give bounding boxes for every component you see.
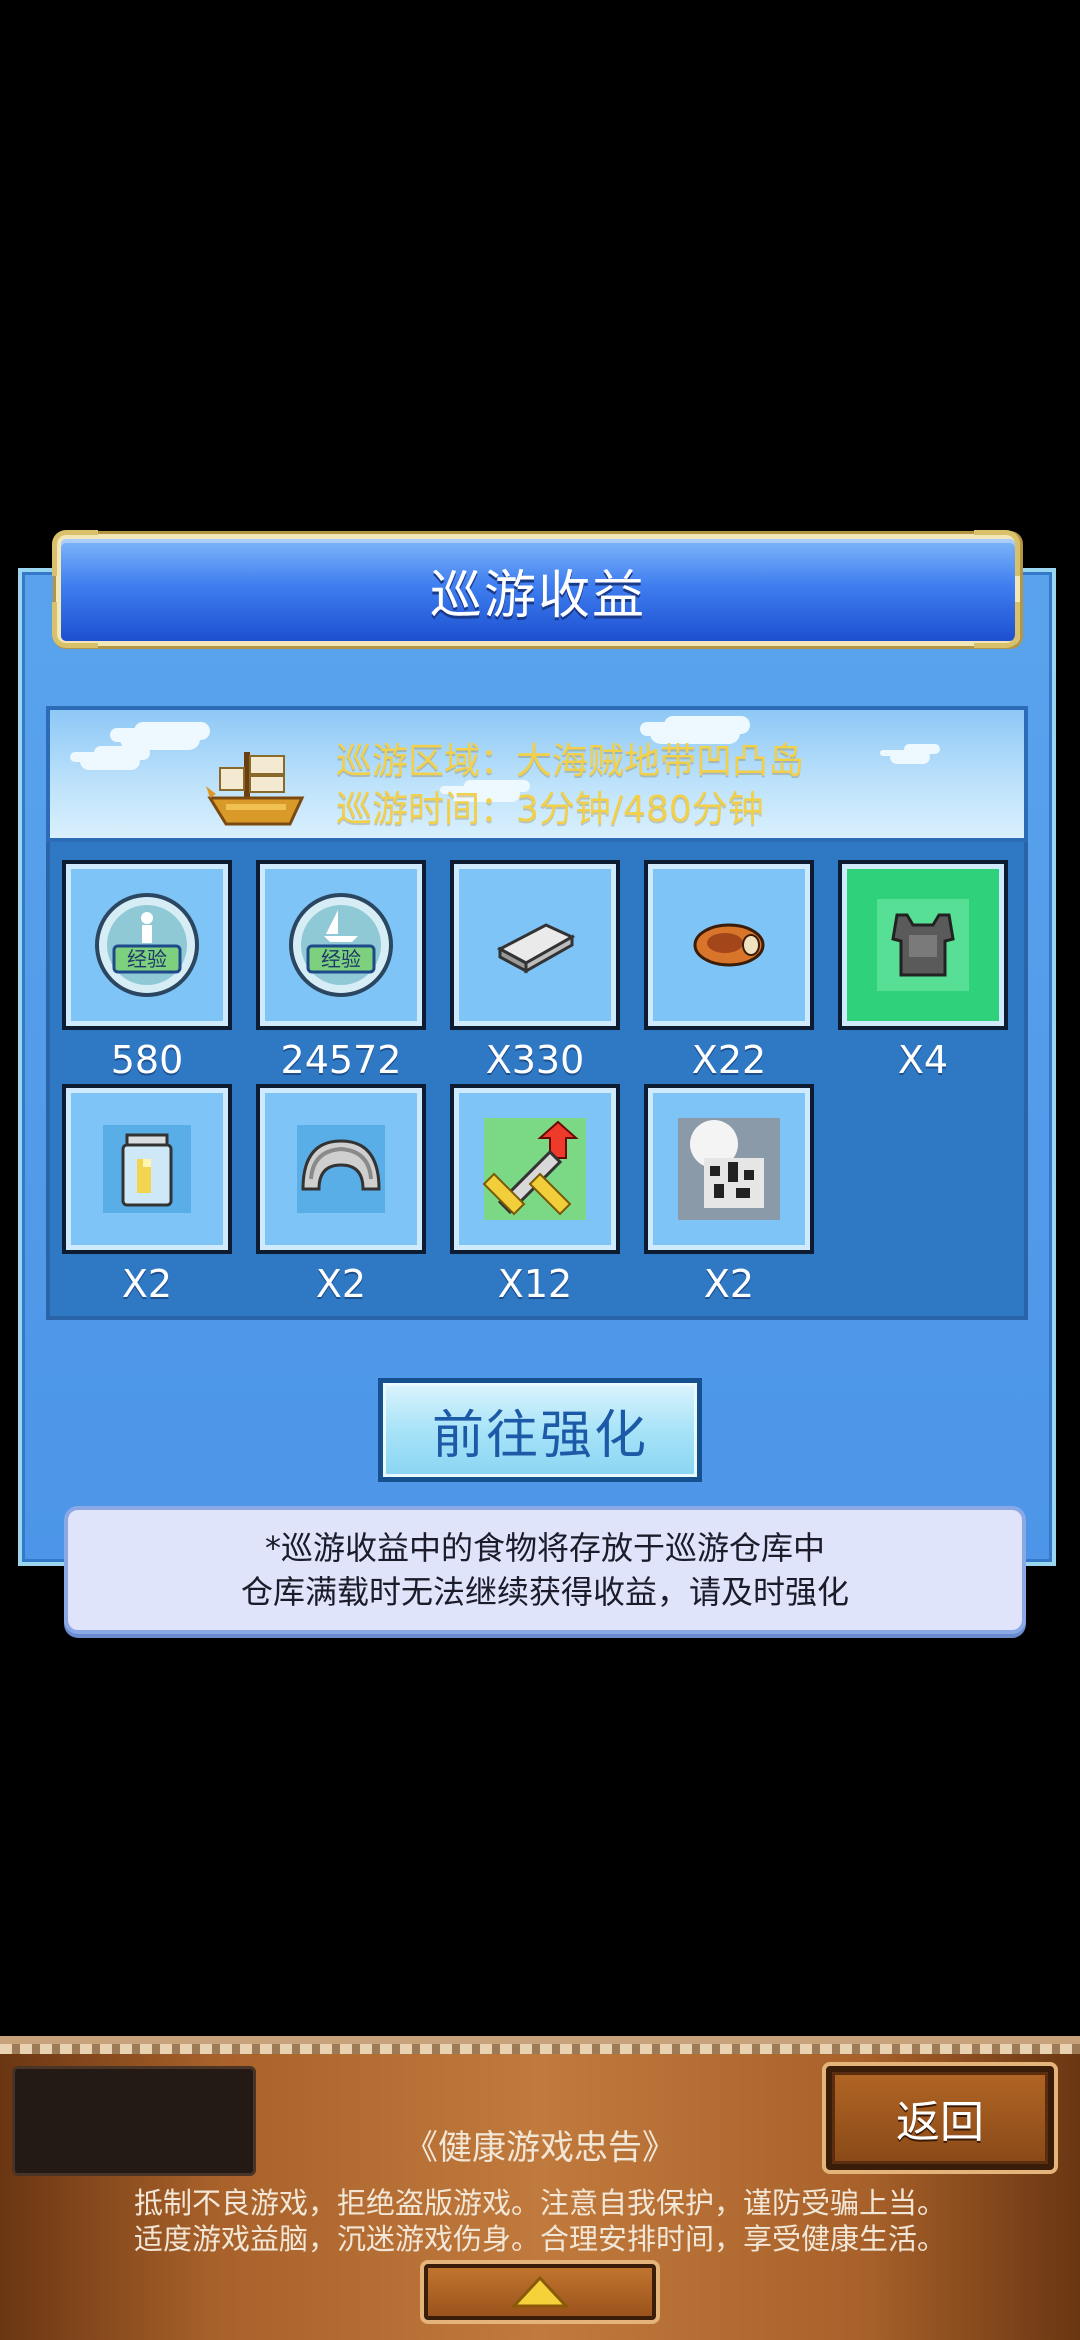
sword-upgrade-icon: [482, 1118, 586, 1220]
ornament-corner-icon: [52, 602, 98, 648]
reward-count: X2: [315, 1262, 367, 1306]
reward-count: X22: [691, 1038, 767, 1082]
person-exp-icon: 经验: [95, 893, 199, 997]
triangle-up-icon: [510, 2275, 570, 2308]
note-line-1: *巡游收益中的食物将存放于巡游仓库中: [264, 1529, 825, 1567]
reward-count: X4: [897, 1038, 949, 1082]
roast-meat-icon: [693, 923, 765, 967]
jar-icon: [103, 1125, 191, 1213]
dialog-title-bar: 巡游收益: [56, 534, 1020, 646]
reward-slot-sword[interactable]: [450, 1084, 620, 1254]
ornament-corner-icon: [974, 602, 1020, 648]
cruise-region-text: 巡游区域：大海贼地带凹凸岛: [336, 741, 805, 782]
expand-up-button[interactable]: [420, 2260, 660, 2324]
reward-slot-secret[interactable]: [644, 1084, 814, 1254]
storage-note: *巡游收益中的食物将存放于巡游仓库中 仓库满载时无法继续获得收益，请及时强化: [64, 1506, 1026, 1634]
helmet-icon: [297, 1125, 385, 1213]
reward-count: X330: [485, 1038, 585, 1082]
go-enhance-label: 前往强化: [383, 1383, 697, 1477]
cruise-time-text: 巡游时间：3分钟/480分钟: [336, 789, 764, 830]
cloud-icon: [80, 752, 140, 770]
note-line-2: 仓库满载时无法继续获得收益，请及时强化: [240, 1573, 849, 1611]
cloud-icon: [890, 750, 930, 764]
reward-slot-armor[interactable]: [838, 860, 1008, 1030]
ship-exp-icon: 经验: [289, 893, 393, 997]
dialog-title: 巡游收益: [429, 565, 646, 626]
armor-icon: [877, 899, 969, 991]
ornament-corner-icon: [52, 530, 98, 576]
cloud-icon: [120, 728, 200, 750]
reward-slot-iron[interactable]: [450, 860, 620, 1030]
svg-text:经验: 经验: [321, 947, 361, 971]
health-notice-title: 《健康游戏忠告》: [404, 2128, 676, 2168]
svg-text:经验: 经验: [127, 947, 167, 971]
reward-slot-ship-exp[interactable]: 经验: [256, 860, 426, 1030]
reward-count: X12: [497, 1262, 573, 1306]
iron-ingot-icon: [496, 923, 576, 974]
reward-slot-helmet[interactable]: [256, 1084, 426, 1254]
reward-slot-person-exp[interactable]: 经验: [62, 860, 232, 1030]
reward-count: X2: [703, 1262, 755, 1306]
health-notice-line-2: 适度游戏益脑，沉迷游戏伤身。合理安排时间，享受健康生活。: [133, 2222, 946, 2256]
go-enhance-button[interactable]: 前往强化: [378, 1378, 702, 1482]
reward-slot-meat[interactable]: [644, 860, 814, 1030]
reward-count: X2: [121, 1262, 173, 1306]
ornament-corner-icon: [974, 530, 1020, 576]
reward-count: 24572: [280, 1038, 402, 1082]
reward-count: 580: [110, 1038, 184, 1082]
golden-ship-icon: [206, 752, 305, 826]
secret-item-icon: [678, 1118, 780, 1220]
reward-slot-jar[interactable]: [62, 1084, 232, 1254]
game-screen: 巡游收益 巡游区域：大海贼地带凹凸岛 巡游时间：3分钟/480分钟 经验 580…: [0, 0, 1080, 2340]
